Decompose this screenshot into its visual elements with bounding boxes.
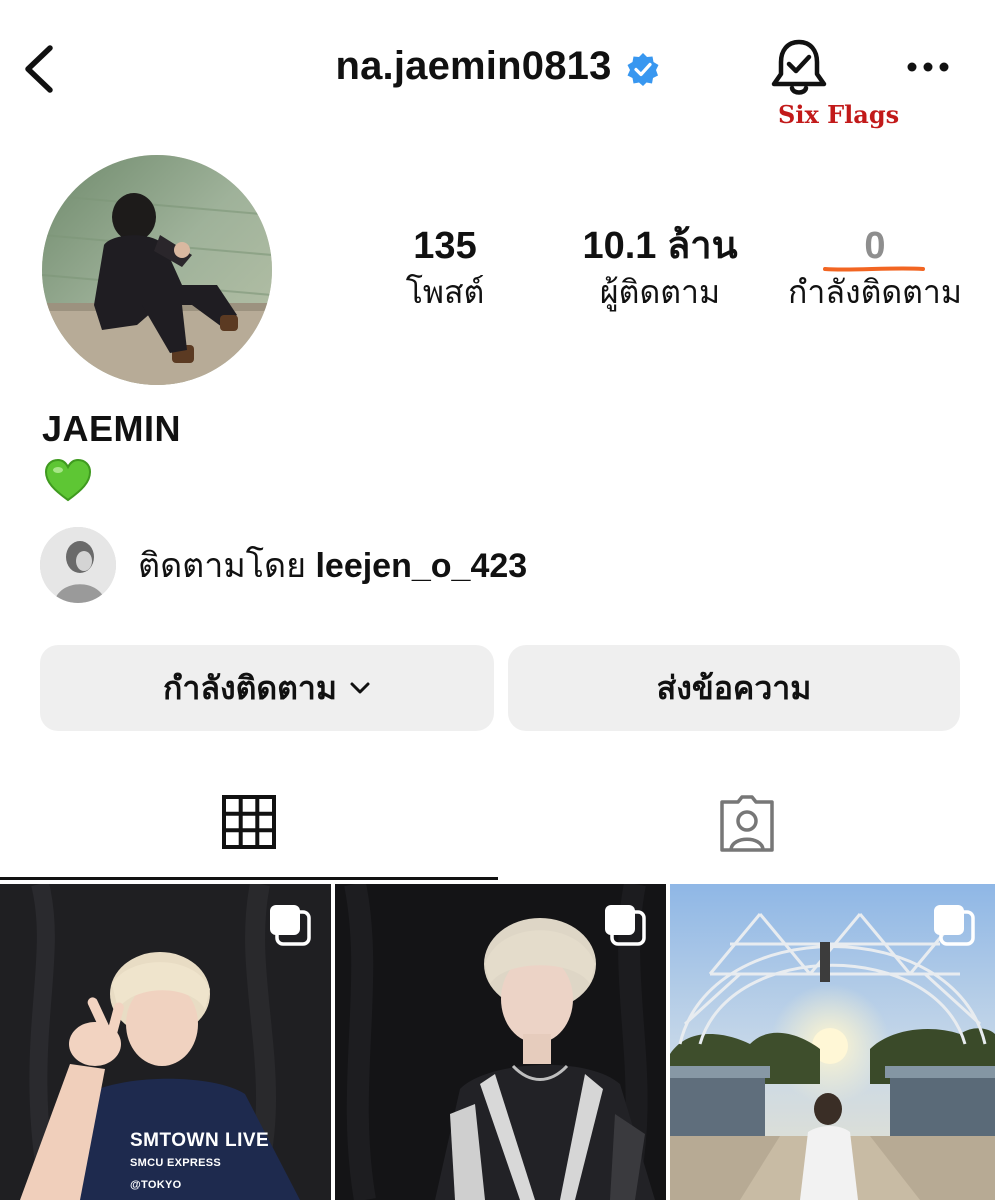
followed-by-username[interactable]: leejen_o_423 — [315, 547, 527, 585]
verified-badge-icon — [627, 52, 659, 86]
shirt-print: SMTOWN LIVE SMCU EXPRESS @TOKYO — [130, 1130, 270, 1196]
following-button-label: กำลังติดตาม — [163, 669, 337, 706]
tab-posts-grid[interactable] — [0, 780, 498, 880]
multiple-photos-icon — [605, 905, 646, 946]
username: na.jaemin0813 — [335, 44, 612, 88]
shirt-print-main: SMTOWN LIVE — [130, 1130, 270, 1151]
annotation-underline — [823, 266, 925, 272]
post-thumbnail[interactable] — [670, 884, 995, 1200]
followers-label: ผู้ติดตาม — [599, 274, 721, 310]
posts-value: 135 — [413, 225, 477, 267]
followers-count[interactable]: 10.1 ล้าน ผู้ติดตาม — [560, 222, 760, 314]
followed-by-prefix: ติดตามโดย — [138, 547, 307, 585]
posts-label: โพสต์ — [405, 274, 485, 310]
display-name: JAEMIN — [42, 408, 182, 449]
following-label: กำลังติดตาม — [788, 274, 962, 310]
notifications-button[interactable] — [768, 36, 830, 100]
followed-by-text: ติดตามโดย leejen_o_423 — [138, 538, 527, 592]
profile-avatar[interactable] — [42, 155, 272, 385]
message-button-label: ส่งข้อความ — [656, 669, 812, 706]
multiple-photos-icon — [270, 905, 311, 946]
park-sign: Six Flags — [778, 100, 900, 129]
more-options-button[interactable] — [900, 50, 956, 84]
followers-value: 10.1 ล้าน — [582, 225, 738, 267]
bell-check-icon — [771, 39, 827, 95]
grid-icon — [222, 795, 276, 849]
multiple-photos-icon — [934, 905, 975, 946]
green-heart-icon — [44, 458, 92, 502]
tagged-person-icon — [719, 795, 774, 852]
active-tab-indicator — [0, 877, 498, 880]
post-thumbnail[interactable] — [335, 884, 666, 1200]
chevron-down-icon — [350, 682, 370, 694]
username-header: na.jaemin0813 — [0, 44, 995, 89]
post-grid: SMTOWN LIVE SMCU EXPRESS @TOKYO — [0, 884, 995, 1200]
tab-tagged[interactable] — [498, 780, 995, 880]
mutual-follower-avatar — [40, 527, 116, 603]
profile-page: na.jaemin0813 135 โพสต์ 10.1 ล้าน ผู้ติด… — [0, 0, 995, 1200]
post-thumbnail[interactable]: SMTOWN LIVE SMCU EXPRESS @TOKYO — [0, 884, 331, 1200]
following-button[interactable]: กำลังติดตาม — [40, 645, 494, 731]
posts-count[interactable]: 135 โพสต์ — [380, 222, 510, 314]
shirt-print-sub: SMCU EXPRESS @TOKYO — [130, 1157, 222, 1191]
mutual-followers[interactable]: ติดตามโดย leejen_o_423 — [40, 526, 527, 604]
profile-photo — [42, 155, 272, 385]
more-dots-icon — [907, 62, 949, 72]
following-value: 0 — [864, 225, 886, 267]
message-button[interactable]: ส่งข้อความ — [508, 645, 960, 731]
